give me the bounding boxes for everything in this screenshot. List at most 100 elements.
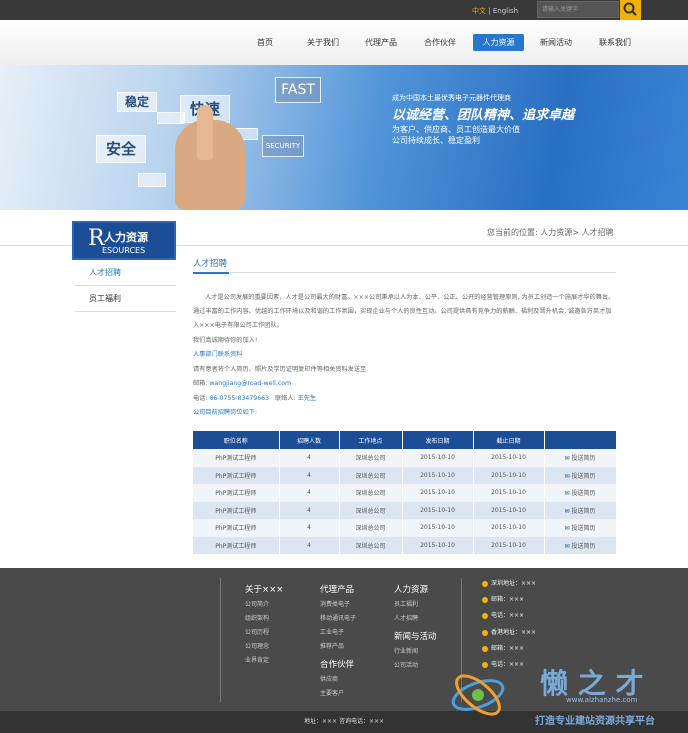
email-label: 邮箱: [193, 380, 208, 387]
table-row: PhP测试工程师 4 深圳总公司 2015-10-10 2015-10-10 ✉ 投送简历 [193, 519, 617, 537]
footer-address-line: 地址：××× 咨询电话：××× [303, 718, 385, 725]
location-icon [482, 580, 488, 587]
cell-publish-date: 2015-10-10 [402, 519, 474, 537]
nav-home[interactable]: 首页 [246, 34, 284, 51]
footer-link[interactable]: 员工福利 [394, 598, 428, 612]
col-header-deadline: 截止日期 [473, 431, 545, 449]
footer-col-hr: 人力资源 员工福利 人才招聘 [394, 583, 428, 626]
cell-count: 4 [279, 466, 340, 484]
footer-link[interactable]: 消费类电子 [320, 598, 356, 612]
footer-about-title: 关于××× [245, 585, 284, 595]
footer-link[interactable]: 公司理念 [245, 640, 283, 654]
footer-col-partners: 合作伙伴 供应商 主要客户 [320, 658, 354, 701]
table-header-row: 职位名称 招聘人数 工作地点 发布日期 截止日期 [193, 431, 617, 449]
lang-english-link[interactable]: English [493, 7, 518, 15]
banner-tile-security: SECURITY [262, 135, 304, 157]
section-divider [193, 272, 616, 273]
footer-news-title: 新闻与活动 [394, 632, 437, 642]
cell-position: PhP测试工程师 [193, 536, 280, 554]
contact-person: 王先生 [297, 395, 317, 402]
cell-location: 深圳总公司 [339, 519, 403, 537]
cell-publish-date: 2015-10-10 [402, 466, 474, 484]
nav-news[interactable]: 新闻活动 [533, 34, 579, 51]
footer-products-title: 代理产品 [320, 585, 355, 595]
footer-hr-title: 人力资源 [394, 585, 429, 595]
shenzhen-email: 邮箱：××× [491, 596, 525, 603]
location-icon [482, 629, 488, 636]
col-header-count: 招聘人数 [279, 431, 340, 449]
watermark: 懒 之 才 www.aizhanzhe.com 打造专业建站资源共享平台 [448, 660, 688, 733]
mail-icon [482, 645, 488, 652]
footer-col-products: 代理产品 消费类电子 移动通讯电子 工业电子 推荐产品 [320, 583, 356, 654]
footer-link[interactable]: 人才招聘 [394, 612, 428, 626]
banner-tile-blank-1 [157, 112, 185, 124]
language-switcher: 中文 | English [472, 6, 518, 16]
cell-location: 深圳总公司 [339, 466, 403, 484]
footer-link[interactable]: 公司活动 [394, 659, 437, 673]
nav-hr[interactable]: 人力资源 [473, 34, 524, 51]
table-row: PhP测试工程师 4 深圳总公司 2015-10-10 2015-10-10 ✉ 投送简历 [193, 466, 617, 484]
watermark-url: www.aizhanzhe.com [566, 696, 638, 704]
send-resume-button[interactable]: ✉ 投送简历 [544, 536, 617, 554]
send-resume-button[interactable]: ✉ 投送简历 [544, 484, 617, 502]
cell-location: 深圳总公司 [339, 501, 403, 519]
shenzhen-address: 深圳地址：××× [491, 580, 537, 587]
footer-link[interactable]: 工业电子 [320, 626, 356, 640]
phone-line: 电话: 86-0755-83479663 联络人: 王先生 [193, 392, 616, 406]
email-link[interactable]: wangjiang@road-well.com [209, 380, 291, 387]
footer-link[interactable]: 供应商 [320, 673, 354, 687]
hero-banner: 稳定 快速 FAST 安全 SECURITY 成为中国本土最优秀电子元器件代理商… [0, 65, 688, 210]
footer-link[interactable]: 业界肯定 [245, 654, 283, 668]
shenzhen-contact: 深圳地址：××× 邮箱：××× 电话：××× [482, 578, 536, 626]
cell-deadline: 2015-10-10 [473, 449, 545, 467]
banner-tile-blank-3 [138, 173, 166, 187]
mail-icon [482, 596, 488, 603]
cell-count: 4 [279, 501, 340, 519]
send-resume-button[interactable]: ✉ 投送简历 [544, 466, 617, 484]
jobs-table: 职位名称 招聘人数 工作地点 发布日期 截止日期 PhP测试工程师 4 深圳总公司 2… [193, 431, 617, 554]
phone-label: 电话: [193, 395, 208, 402]
nav-products[interactable]: 代理产品 [358, 34, 404, 51]
sidebar-item-recruitment[interactable]: 人才招聘 [75, 260, 176, 286]
hongkong-address: 香港地址：××× [491, 629, 537, 636]
footer-link[interactable]: 公司历程 [245, 626, 283, 640]
send-resume-button[interactable]: ✉ 投送简历 [544, 501, 617, 519]
banner-line-4: 公司持续成长、稳定盈利 [392, 136, 480, 145]
top-bar: 中文 | English 请输入关键字 [0, 0, 688, 20]
cell-deadline: 2015-10-10 [473, 519, 545, 537]
send-resume-button[interactable]: ✉ 投送简历 [544, 519, 617, 537]
phone-value: 86-0755-83479663 [209, 395, 270, 402]
nav-contact[interactable]: 联系我们 [592, 34, 638, 51]
footer-divider-left [220, 578, 221, 702]
cell-location: 深圳总公司 [339, 449, 403, 467]
footer-link[interactable]: 组织架构 [245, 612, 283, 626]
section-underline [193, 272, 229, 274]
col-header-position: 职位名称 [193, 431, 280, 449]
footer-partners-title: 合作伙伴 [320, 660, 355, 670]
search-input[interactable]: 请输入关键字 [537, 1, 619, 18]
cell-count: 4 [279, 449, 340, 467]
table-row: PhP测试工程师 4 深圳总公司 2015-10-10 2015-10-10 ✉ 投送简历 [193, 484, 617, 502]
nav-partners[interactable]: 合作伙伴 [417, 34, 463, 51]
sidebar-item-benefits[interactable]: 员工福利 [75, 286, 176, 312]
footer-link[interactable]: 行业新闻 [394, 645, 437, 659]
footer-link[interactable]: 推荐产品 [320, 640, 356, 654]
banner-line-1: 成为中国本土最优秀电子元器件代理商 [392, 94, 511, 102]
sidebar-header: R 人力资源 ESOURCES [72, 221, 176, 260]
lang-chinese-link[interactable]: 中文 [472, 7, 486, 15]
hongkong-email: 邮箱：××× [491, 645, 525, 652]
send-resume-button[interactable]: ✉ 投送简历 [544, 449, 617, 467]
breadcrumb: 您当前的位置: 人力资源> 人才招聘 [487, 228, 614, 237]
phone-icon [482, 612, 488, 619]
watermark-logo-icon [451, 674, 505, 716]
section-title: 人才招聘 [193, 259, 228, 269]
cell-publish-date: 2015-10-10 [402, 484, 474, 502]
footer-link[interactable]: 移动通讯电子 [320, 612, 356, 626]
col-header-location: 工作地点 [339, 431, 403, 449]
table-row: PhP测试工程师 4 深圳总公司 2015-10-10 2015-10-10 ✉ 投送简历 [193, 536, 617, 554]
footer-link[interactable]: 公司简介 [245, 598, 283, 612]
footer-link[interactable]: 主要客户 [320, 687, 354, 701]
watermark-slogan: 打造专业建站资源共享平台 [535, 716, 655, 727]
nav-about[interactable]: 关于我们 [300, 34, 346, 51]
search-button[interactable] [620, 0, 641, 20]
